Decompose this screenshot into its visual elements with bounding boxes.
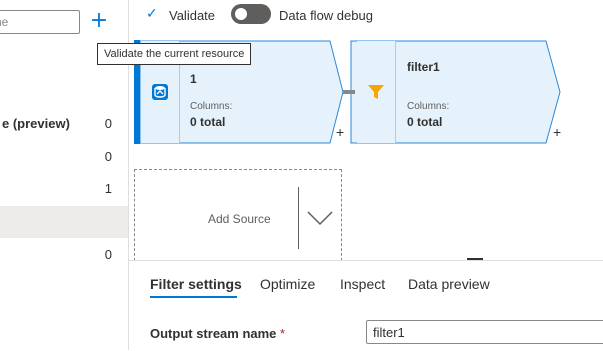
node-connector <box>343 90 355 94</box>
tab-filter-settings[interactable]: Filter settings <box>150 276 242 292</box>
source-node-title: 1 <box>190 72 197 86</box>
validate-tooltip: Validate the current resource <box>97 43 252 65</box>
filter-funnel-icon <box>368 85 384 99</box>
active-tab-indicator <box>150 296 237 298</box>
add-transform-plus[interactable]: + <box>336 124 344 140</box>
tab-optimize[interactable]: Optimize <box>260 276 315 292</box>
add-transform-plus[interactable]: + <box>553 124 561 140</box>
filter-node-columns-label: Columns: <box>407 101 450 112</box>
filter-node-columns-value: 0 total <box>407 115 443 129</box>
output-stream-name-label: Output stream name * <box>150 326 285 341</box>
required-marker: * <box>280 326 286 341</box>
output-stream-name-text: Output stream name <box>150 326 277 341</box>
data-source-icon <box>152 84 168 100</box>
panel-resize-handle[interactable] <box>467 258 483 260</box>
source-node-columns-label: Columns: <box>190 101 233 112</box>
add-source-divider <box>298 187 299 249</box>
output-stream-name-input[interactable] <box>366 320 603 344</box>
filter-node[interactable]: filter1 Columns: 0 total <box>407 40 557 144</box>
tab-inspect[interactable]: Inspect <box>340 276 385 292</box>
chevron-down-icon[interactable] <box>306 210 334 226</box>
add-source-label: Add Source <box>208 212 271 226</box>
tab-data-preview[interactable]: Data preview <box>408 276 490 292</box>
source-node-columns-value: 0 total <box>190 115 226 129</box>
filter-node-title: filter1 <box>407 60 440 74</box>
